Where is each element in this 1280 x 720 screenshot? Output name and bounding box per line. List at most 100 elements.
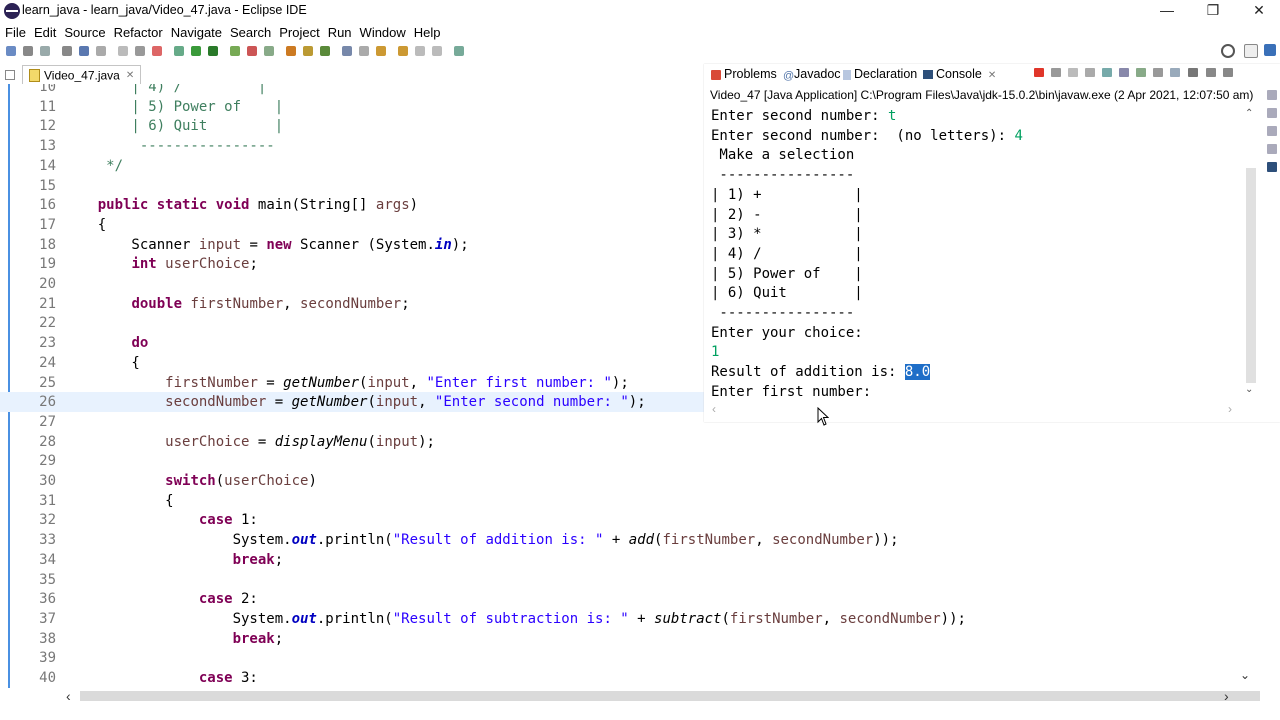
minimize-view-icon[interactable]: [1206, 68, 1216, 77]
remove-all-icon[interactable]: [1068, 68, 1078, 77]
menu-source[interactable]: Source: [60, 23, 109, 40]
code-line[interactable]: 31 {: [0, 491, 1262, 511]
word-wrap-icon[interactable]: [1119, 68, 1129, 77]
skip-breakpoints-icon[interactable]: [118, 46, 128, 56]
tab-video-47-java[interactable]: Video_47.java ✕: [22, 65, 142, 85]
terminate-icon[interactable]: [1034, 68, 1044, 77]
menu-file[interactable]: File: [1, 23, 30, 40]
code-text: {: [64, 492, 174, 509]
restore-view-icon[interactable]: [1267, 90, 1277, 100]
menu-run[interactable]: Run: [324, 23, 356, 40]
new-icon[interactable]: [6, 46, 16, 56]
view-menu-icon[interactable]: [1188, 68, 1198, 77]
new-package-icon[interactable]: [264, 46, 274, 56]
console-close-icon[interactable]: ✕: [988, 70, 996, 81]
tab-console[interactable]: Console ✕: [923, 67, 996, 81]
tab-problems[interactable]: Problems: [711, 67, 777, 81]
forward-icon[interactable]: [398, 46, 408, 56]
home-icon[interactable]: [432, 46, 442, 56]
open-type-icon[interactable]: [286, 46, 296, 56]
open-perspective-icon[interactable]: [454, 46, 464, 56]
code-line[interactable]: 29: [0, 451, 1262, 471]
code-line[interactable]: 32 case 1:: [0, 510, 1262, 530]
menu-edit[interactable]: Edit: [30, 23, 60, 40]
new-console-icon[interactable]: [1170, 68, 1180, 77]
print-icon[interactable]: [62, 46, 72, 56]
tab-label: Video_47.java: [44, 68, 120, 83]
minimize-editor-icon[interactable]: [5, 70, 15, 80]
code-text: case 2:: [198, 591, 258, 608]
scroll-lock-icon[interactable]: [1102, 68, 1112, 77]
clear-console-icon[interactable]: [1085, 68, 1095, 77]
search-icon[interactable]: [1221, 44, 1235, 58]
menu-refactor[interactable]: Refactor: [110, 23, 167, 40]
code-line[interactable]: 28 userChoice = displayMenu(input);: [0, 432, 1262, 452]
tab-declaration[interactable]: Declaration: [843, 67, 917, 81]
scroll-left-icon[interactable]: ‹: [66, 688, 71, 704]
editor-scroll-down-icon[interactable]: ⌄: [1240, 668, 1250, 682]
code-line[interactable]: 35: [0, 570, 1262, 590]
display-console-icon[interactable]: [1153, 68, 1163, 77]
annotation-icon[interactable]: [320, 46, 330, 56]
console-text: ----------------: [711, 167, 855, 184]
console-horizontal-scrollbar[interactable]: ‹ ›: [712, 402, 1242, 416]
next-annotation-icon[interactable]: [359, 46, 369, 56]
maximize-view-icon[interactable]: [1223, 68, 1233, 77]
tab-close-icon[interactable]: ✕: [126, 70, 134, 81]
menu-window[interactable]: Window: [356, 23, 410, 40]
tab-javadoc[interactable]: @Javadoc: [783, 67, 841, 82]
javadoc-trim-icon[interactable]: [1267, 126, 1277, 136]
editor-horizontal-scrollbar[interactable]: ‹ ›: [64, 688, 1260, 704]
code-line[interactable]: 33 System.out.println("Result of additio…: [0, 530, 1262, 550]
perspective-icon[interactable]: [1244, 44, 1258, 58]
remove-launch-icon[interactable]: [1051, 68, 1061, 77]
code-line[interactable]: 37 System.out.println("Result of subtrac…: [0, 609, 1262, 629]
terminal-icon[interactable]: [79, 46, 89, 56]
last-edit-icon[interactable]: [415, 46, 425, 56]
line-number: 28: [39, 433, 56, 450]
editor-scroll-thumb[interactable]: [80, 691, 1260, 701]
code-text: ----------------: [64, 138, 275, 155]
pin-icon[interactable]: [342, 46, 352, 56]
code-line[interactable]: 30 switch(userChoice): [0, 471, 1262, 491]
scroll-right-icon[interactable]: ›: [1224, 688, 1229, 704]
problems-trim-icon[interactable]: [1267, 108, 1277, 118]
code-line[interactable]: 40 case 3:: [0, 668, 1262, 688]
declaration-trim-icon[interactable]: [1267, 144, 1277, 154]
new-class-icon[interactable]: [247, 46, 257, 56]
back-icon[interactable]: [376, 46, 386, 56]
selected-result[interactable]: 8.0: [904, 364, 931, 381]
console-scroll-thumb[interactable]: [1246, 168, 1256, 383]
external-tools-icon[interactable]: [230, 46, 240, 56]
menu-navigate[interactable]: Navigate: [167, 23, 226, 40]
code-line[interactable]: 38 break;: [0, 629, 1262, 649]
search-icon-tb[interactable]: [303, 46, 313, 56]
menu-help[interactable]: Help: [410, 23, 445, 40]
minimize-button[interactable]: —: [1144, 0, 1190, 22]
code-line[interactable]: 39: [0, 648, 1262, 668]
scroll-down-icon[interactable]: ⌄: [1245, 384, 1253, 395]
scroll-left-icon[interactable]: ‹: [712, 402, 716, 416]
pilcrow-icon[interactable]: [135, 46, 145, 56]
debug-icon[interactable]: [152, 46, 162, 56]
scroll-up-icon[interactable]: ⌃: [1245, 108, 1253, 119]
console-vertical-scrollbar[interactable]: ⌃ ⌄: [1243, 108, 1259, 398]
save-all-icon[interactable]: [40, 46, 50, 56]
java-perspective-icon[interactable]: [1264, 44, 1276, 56]
console-output[interactable]: Enter second number: t Enter second numbe…: [704, 104, 1248, 404]
run-last-icon[interactable]: [208, 46, 218, 56]
line-number: 29: [39, 453, 56, 470]
pin-console-icon[interactable]: [1136, 68, 1146, 77]
run-icon[interactable]: [191, 46, 201, 56]
close-button[interactable]: ✕: [1236, 0, 1280, 22]
save-icon[interactable]: [23, 46, 33, 56]
menu-project[interactable]: Project: [275, 23, 323, 40]
code-line[interactable]: 36 case 2:: [0, 589, 1262, 609]
console-trim-icon[interactable]: [1267, 162, 1277, 172]
menu-search[interactable]: Search: [226, 23, 275, 40]
code-line[interactable]: 34 break;: [0, 550, 1262, 570]
restore-button[interactable]: ❐: [1190, 0, 1236, 22]
coverage-icon[interactable]: [174, 46, 184, 56]
cut-icon[interactable]: [96, 46, 106, 56]
scroll-right-icon[interactable]: ›: [1228, 402, 1232, 416]
